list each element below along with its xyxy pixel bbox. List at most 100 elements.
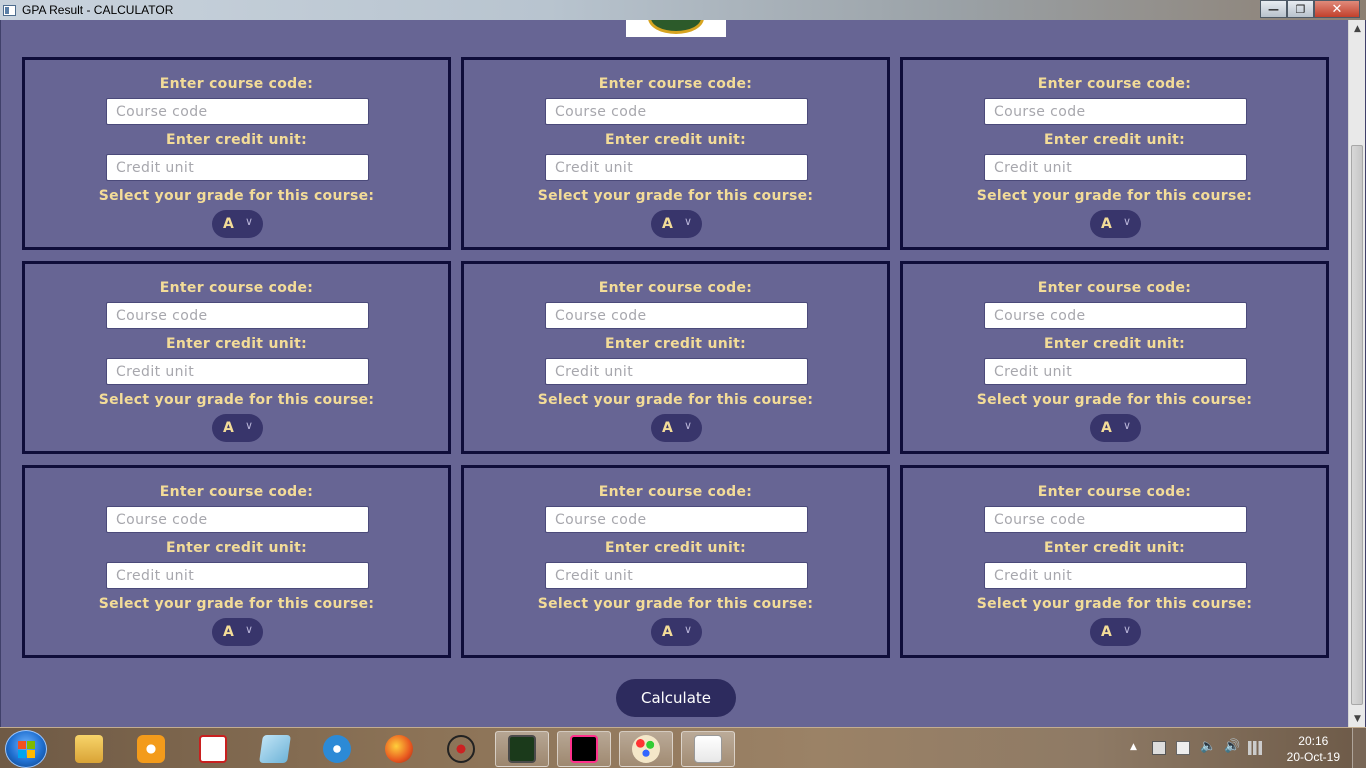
course-code-label: Enter course code: [1037, 76, 1192, 92]
minimize-icon: — [1268, 2, 1279, 16]
grade-select[interactable]: A ∨ [212, 414, 263, 442]
clock-date: 20-Oct-19 [1286, 750, 1340, 764]
course-code-input[interactable] [106, 302, 369, 329]
chevron-down-icon: ∨ [1122, 419, 1131, 432]
credit-unit-label: Enter credit unit: [604, 132, 746, 148]
grade-select[interactable]: A ∨ [651, 414, 702, 442]
windows-logo-icon [18, 741, 36, 759]
scroll-down-icon[interactable]: ▼ [1349, 710, 1366, 727]
terminal-icon[interactable] [495, 731, 549, 767]
grade-select[interactable]: A ∨ [212, 618, 263, 646]
credit-unit-input[interactable] [984, 562, 1247, 589]
scroll-up-icon[interactable]: ▲ [1349, 20, 1366, 37]
close-button[interactable]: ✕ [1314, 0, 1360, 18]
grade-select[interactable]: A ∨ [1090, 618, 1141, 646]
power-icon[interactable] [1176, 741, 1190, 755]
grade-select[interactable]: A ∨ [1090, 210, 1141, 238]
credit-unit-input[interactable] [984, 358, 1247, 385]
course-card: Enter course code: Enter credit unit: Sele… [900, 465, 1329, 658]
chevron-down-icon: ∨ [244, 215, 253, 228]
chevron-down-icon: ∨ [683, 419, 692, 432]
course-code-label: Enter course code: [1037, 280, 1192, 296]
notepad-icon[interactable] [248, 731, 302, 767]
school-logo [626, 20, 726, 37]
grade-select[interactable]: A ∨ [651, 210, 702, 238]
course-code-label: Enter course code: [1037, 484, 1192, 500]
show-hidden-icons-icon[interactable]: ▲ [1130, 742, 1144, 756]
credit-unit-input[interactable] [545, 154, 808, 181]
credit-unit-label: Enter credit unit: [604, 540, 746, 556]
course-code-label: Enter course code: [159, 280, 314, 296]
course-code-input[interactable] [984, 506, 1247, 533]
window-controls: — ❐ ✕ [1260, 0, 1360, 18]
show-desktop-button[interactable] [1352, 728, 1366, 768]
grade-label: Select your grade for this course: [98, 188, 375, 204]
grade-label: Select your grade for this course: [98, 596, 375, 612]
chevron-down-icon: ∨ [1122, 623, 1131, 636]
credit-unit-input[interactable] [106, 154, 369, 181]
volume-muted-icon[interactable]: 🔈 [1200, 739, 1216, 754]
window-title: GPA Result - CALCULATOR [22, 3, 174, 17]
minimize-button[interactable]: — [1260, 0, 1287, 18]
scroll-thumb[interactable] [1351, 145, 1363, 705]
chevron-down-icon: ∨ [244, 419, 253, 432]
close-icon: ✕ [1331, 1, 1343, 17]
network-signal-icon[interactable] [1248, 741, 1262, 755]
grade-label: Select your grade for this course: [976, 188, 1253, 204]
uc-browser-icon[interactable] [124, 731, 178, 767]
spider-icon[interactable] [434, 731, 488, 767]
chevron-down-icon: ∨ [683, 623, 692, 636]
course-code-input[interactable] [984, 98, 1247, 125]
system-tray: ▲ 🔈 🔊 20:16 20-Oct-19 [1126, 728, 1366, 768]
course-code-input[interactable] [984, 302, 1247, 329]
chevron-down-icon: ∨ [244, 623, 253, 636]
intellij-icon[interactable] [557, 731, 611, 767]
start-button[interactable] [5, 730, 47, 768]
pdf-reader-icon[interactable] [186, 731, 240, 767]
java-icon[interactable] [681, 731, 735, 767]
grade-value: A [223, 624, 234, 640]
network-icon[interactable] [310, 731, 364, 767]
clock[interactable]: 20:16 20-Oct-19 [1287, 733, 1340, 765]
course-code-input[interactable] [545, 506, 808, 533]
firefox-icon[interactable] [372, 731, 426, 767]
file-explorer-icon[interactable] [62, 731, 116, 767]
credit-unit-input[interactable] [984, 154, 1247, 181]
course-code-input[interactable] [106, 506, 369, 533]
course-code-label: Enter course code: [598, 280, 753, 296]
course-code-input[interactable] [545, 302, 808, 329]
grade-value: A [223, 420, 234, 436]
restore-button[interactable]: ❐ [1287, 0, 1314, 18]
course-card: Enter course code: Enter credit unit: Sele… [461, 465, 890, 658]
credit-unit-input[interactable] [106, 358, 369, 385]
course-code-input[interactable] [106, 98, 369, 125]
credit-unit-label: Enter credit unit: [165, 336, 307, 352]
speaker-icon[interactable]: 🔊 [1224, 739, 1240, 754]
calculate-button[interactable]: Calculate [616, 679, 736, 717]
app-icon [3, 4, 16, 16]
credit-unit-label: Enter credit unit: [165, 132, 307, 148]
grade-value: A [662, 216, 673, 232]
course-card: Enter course code: Enter credit unit: Sele… [22, 57, 451, 250]
grade-select[interactable]: A ∨ [651, 618, 702, 646]
paint-icon[interactable] [619, 731, 673, 767]
grade-value: A [1101, 216, 1112, 232]
course-code-input[interactable] [545, 98, 808, 125]
course-card: Enter course code: Enter credit unit: Sele… [900, 57, 1329, 250]
restore-icon: ❐ [1295, 2, 1306, 16]
grade-select[interactable]: A ∨ [1090, 414, 1141, 442]
action-center-icon[interactable] [1152, 741, 1166, 755]
credit-unit-input[interactable] [106, 562, 369, 589]
grade-select[interactable]: A ∨ [212, 210, 263, 238]
credit-unit-label: Enter credit unit: [165, 540, 307, 556]
credit-unit-input[interactable] [545, 562, 808, 589]
course-code-label: Enter course code: [598, 76, 753, 92]
grade-label: Select your grade for this course: [537, 188, 814, 204]
vertical-scrollbar[interactable]: ▲ ▼ [1348, 20, 1365, 727]
grade-value: A [1101, 420, 1112, 436]
course-card: Enter course code: Enter credit unit: Sele… [900, 261, 1329, 454]
credit-unit-input[interactable] [545, 358, 808, 385]
course-card: Enter course code: Enter credit unit: Sele… [461, 57, 890, 250]
course-card: Enter course code: Enter credit unit: Sele… [461, 261, 890, 454]
course-code-label: Enter course code: [159, 484, 314, 500]
